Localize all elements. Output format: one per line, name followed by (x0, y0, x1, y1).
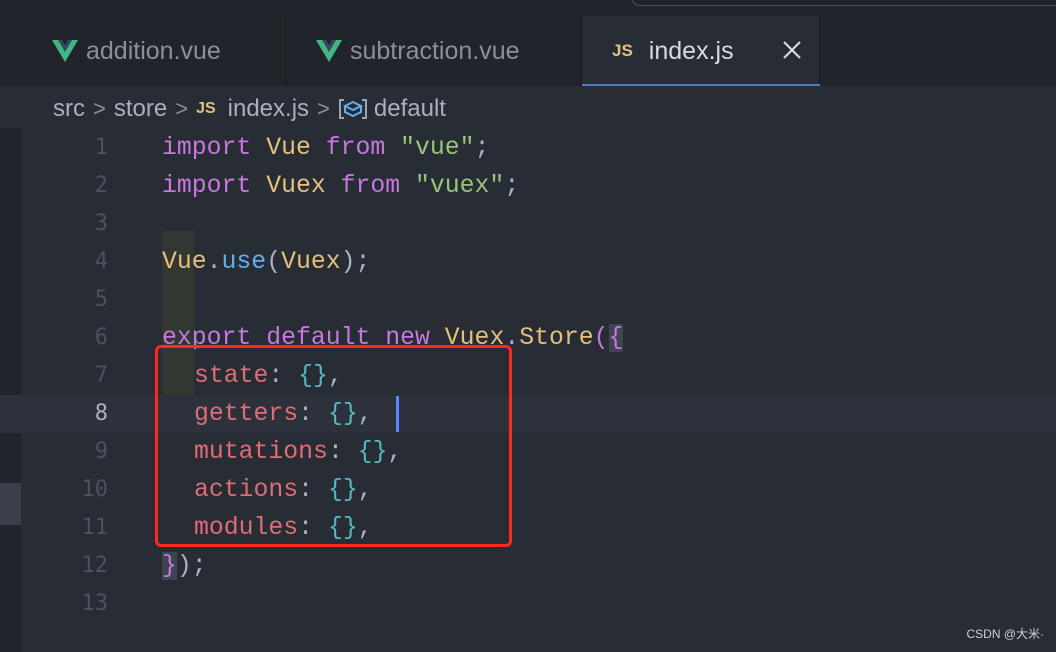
symbol-module-icon (338, 99, 367, 119)
breadcrumb: src > store > JS index.js > default (53, 90, 446, 128)
code-text: import Vuex from "vuex"; (162, 172, 520, 200)
vue-icon (52, 40, 78, 62)
code-line[interactable]: 7 state: {}, (0, 357, 1056, 395)
line-number: 2 (94, 173, 108, 198)
breadcrumb-item-file[interactable]: index.js (228, 95, 309, 123)
watermark: CSDN @大米· (966, 627, 1044, 641)
line-number: 8 (94, 401, 108, 426)
code-text: import Vue from "vue"; (162, 134, 490, 162)
chevron-right-icon: > (317, 96, 330, 121)
code-line[interactable]: 9 mutations: {}, (0, 433, 1056, 471)
tab-label: addition.vue (86, 36, 221, 65)
chevron-right-icon: > (175, 96, 189, 121)
line-number: 10 (81, 477, 109, 502)
code-text: state: {}, (194, 362, 343, 390)
tab-label: index.js (648, 36, 734, 65)
code-text: modules: {}, (194, 514, 373, 542)
js-icon: JS (612, 41, 633, 60)
breadcrumb-item-store[interactable]: store (114, 95, 167, 123)
code-line[interactable]: 10 actions: {}, (0, 471, 1056, 509)
line-number: 7 (94, 363, 108, 388)
code-line[interactable]: 11 modules: {}, (0, 509, 1056, 547)
code-line-current[interactable]: 8 getters: {}, (0, 395, 1056, 433)
tab-index-js[interactable]: JS index.js (582, 16, 820, 86)
code-line[interactable]: 3 (0, 205, 1056, 243)
close-icon[interactable] (780, 38, 804, 62)
tab-subtraction-vue[interactable]: subtraction.vue (286, 16, 582, 86)
breadcrumb-item-src[interactable]: src (53, 95, 85, 123)
code-line[interactable]: 12 }); (0, 547, 1056, 585)
active-tab-indicator (582, 84, 820, 86)
tab-label: subtraction.vue (350, 36, 520, 65)
tab-addition-vue[interactable]: addition.vue (0, 16, 286, 86)
line-number: 6 (94, 325, 108, 350)
command-center-edge[interactable] (632, 0, 1056, 6)
js-icon: JS (196, 100, 216, 117)
code-line[interactable]: 13 (0, 585, 1056, 623)
chevron-right-icon: > (93, 96, 106, 121)
line-number: 3 (94, 211, 108, 236)
line-number: 13 (81, 591, 109, 616)
line-number: 9 (94, 439, 108, 464)
code-line[interactable]: 4 Vue.use(Vuex); (0, 243, 1056, 281)
line-number: 5 (94, 287, 108, 312)
text-cursor (396, 396, 399, 432)
line-number: 4 (94, 249, 108, 274)
breadcrumb-item-symbol[interactable]: default (374, 95, 446, 123)
code-line[interactable]: 2 import Vuex from "vuex"; (0, 167, 1056, 205)
code-text: export default new Vuex.Store({ (162, 324, 624, 352)
code-text: getters: {}, (194, 400, 373, 428)
code-line[interactable]: 6 export default new Vuex.Store({ (0, 319, 1056, 357)
code-line[interactable]: 5 (0, 281, 1056, 319)
tab-bar: addition.vue subtraction.vue JS index.js (0, 16, 1056, 86)
code-text: actions: {}, (194, 476, 373, 504)
line-number: 1 (94, 135, 108, 160)
code-line[interactable]: 1 import Vue from "vue"; (0, 129, 1056, 167)
title-strip (0, 0, 1056, 16)
code-text: mutations: {}, (194, 438, 403, 466)
line-number: 11 (81, 515, 109, 540)
vue-icon (316, 40, 342, 62)
code-text: Vue.use(Vuex); (162, 248, 371, 276)
code-text: }); (162, 552, 207, 580)
line-number: 12 (81, 553, 109, 578)
